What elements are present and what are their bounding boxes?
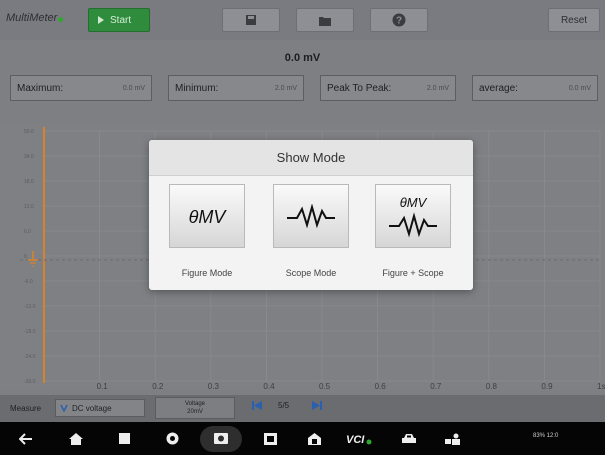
x-tick-label: 0.9: [541, 382, 553, 390]
voltage-range-button[interactable]: Voltage 20mV: [155, 397, 235, 419]
scope-mode-button[interactable]: [273, 184, 349, 248]
browser-button[interactable]: [160, 422, 184, 455]
x-tick-label: 0.8: [486, 382, 498, 390]
car-button[interactable]: [397, 422, 421, 455]
measure-label: Measure: [10, 404, 42, 413]
svg-text:?: ?: [396, 16, 402, 27]
measure-select[interactable]: DC voltage: [55, 399, 145, 417]
figure-scope-mode-label: Figure + Scope: [382, 268, 444, 278]
start-label: Start: [110, 14, 132, 26]
screen-record-icon: [263, 432, 277, 445]
page-indicator: 5/5: [278, 401, 290, 410]
y-tick-label: -6.0: [24, 279, 33, 285]
waveform-icon: [287, 204, 335, 228]
x-tick-label: 0.4: [263, 382, 275, 390]
skip-back-icon: [252, 401, 262, 410]
y-tick-label: 34.0: [24, 154, 34, 160]
start-button[interactable]: Start: [88, 8, 150, 32]
stat-label: Peak To Peak:: [327, 82, 392, 94]
x-tick-label: 0.6: [375, 382, 387, 390]
car-icon: [402, 433, 416, 443]
home-button[interactable]: [64, 422, 88, 455]
y-tick-label: -18.0: [24, 329, 36, 335]
stat-label: Minimum:: [175, 82, 219, 94]
reading-value: 0.0 mV: [284, 52, 321, 64]
garage-icon: [307, 432, 321, 445]
prev-page-button[interactable]: [252, 401, 262, 412]
app-title: MultiMeter: [6, 12, 64, 24]
stat-label: Maximum:: [17, 82, 64, 94]
play-icon: [98, 16, 104, 24]
stat-label: average:: [479, 82, 518, 94]
figure-mode-button[interactable]: θMV: [169, 184, 245, 248]
x-tick-label: 0.1: [97, 382, 109, 390]
svg-text:VCI: VCI: [346, 434, 365, 446]
screenshot-button[interactable]: [200, 422, 242, 455]
y-tick-label: -12.0: [24, 304, 36, 310]
figure-mode-icon: θMV: [189, 207, 228, 227]
save-button[interactable]: [222, 8, 280, 32]
voltage-label: Voltage: [184, 401, 206, 407]
open-folder-button[interactable]: [296, 8, 354, 32]
y-tick-label: 12.0: [24, 204, 34, 210]
y-tick-label: -24.0: [24, 354, 36, 360]
y-tick-label: 50.0: [24, 129, 34, 135]
vci-button[interactable]: VCI: [344, 422, 374, 455]
figure-scope-icon: θMV: [389, 195, 437, 238]
help-button[interactable]: ?: [370, 8, 428, 32]
status-text: 83% 12:0: [533, 433, 559, 439]
y-tick-label: 0: [24, 254, 27, 260]
remote-support-icon: [445, 433, 460, 445]
connection-dot-icon: [58, 17, 64, 22]
stat-value: 2.0 mV: [426, 84, 449, 92]
scope-mode-label: Scope Mode: [285, 268, 337, 278]
dialog-title: Show Mode: [149, 140, 473, 176]
y-tick-label: 6.0: [24, 229, 31, 235]
stat-value: 0.0 mV: [568, 84, 591, 92]
save-icon: [246, 15, 256, 25]
back-button[interactable]: [14, 422, 38, 455]
stat-maximum: Maximum: 0.0 mV: [10, 75, 152, 101]
show-mode-dialog: Show Mode θMV θMV Figure Mode Scope Mode…: [149, 140, 473, 290]
status-tray: 83% 12:0: [533, 433, 558, 439]
stat-value: 0.0 mV: [122, 84, 145, 92]
figure-mode-icon-text: θMV: [189, 207, 228, 227]
measure-selected: DC voltage: [72, 403, 112, 413]
home-icon: [69, 432, 83, 445]
stat-value: 2.0 mV: [274, 84, 297, 92]
voltage-value: 20mV: [187, 409, 203, 415]
skip-forward-icon: [312, 401, 322, 410]
screen-record-button[interactable]: [258, 422, 282, 455]
folder-icon: [319, 16, 331, 26]
x-tick-label: 0.2: [152, 382, 164, 390]
stat-peak-to-peak: Peak To Peak: 2.0 mV: [320, 75, 456, 101]
figure-scope-mode-button[interactable]: θMV: [375, 184, 451, 248]
x-tick-label: 0.7: [430, 382, 442, 390]
figure-mode-label: Figure Mode: [181, 268, 233, 278]
reset-button[interactable]: Reset: [548, 8, 600, 32]
recent-apps-icon: [118, 433, 130, 444]
app-title-text: MultiMeter: [6, 12, 58, 24]
remote-support-button[interactable]: [441, 422, 465, 455]
vehicle-home-button[interactable]: [302, 422, 326, 455]
browser-icon: [166, 432, 178, 445]
figure-scope-icon-text: θMV: [400, 195, 428, 210]
back-arrow-icon: [19, 432, 32, 445]
x-tick-label: 0.5: [319, 382, 331, 390]
help-icon: ?: [392, 13, 406, 27]
recent-apps-button[interactable]: [112, 422, 136, 455]
stat-average: average: 0.0 mV: [472, 75, 598, 101]
x-tick-label: 1s: [597, 382, 605, 390]
camera-icon: [200, 425, 242, 452]
next-page-button[interactable]: [312, 401, 322, 412]
stat-minimum: Minimum: 2.0 mV: [168, 75, 304, 101]
vci-icon: VCI: [346, 434, 372, 446]
x-tick-label: 0.3: [208, 382, 220, 390]
y-tick-label: -30.0: [24, 379, 36, 385]
y-tick-label: 18.0: [24, 179, 34, 185]
dc-voltage-icon: [60, 404, 68, 412]
